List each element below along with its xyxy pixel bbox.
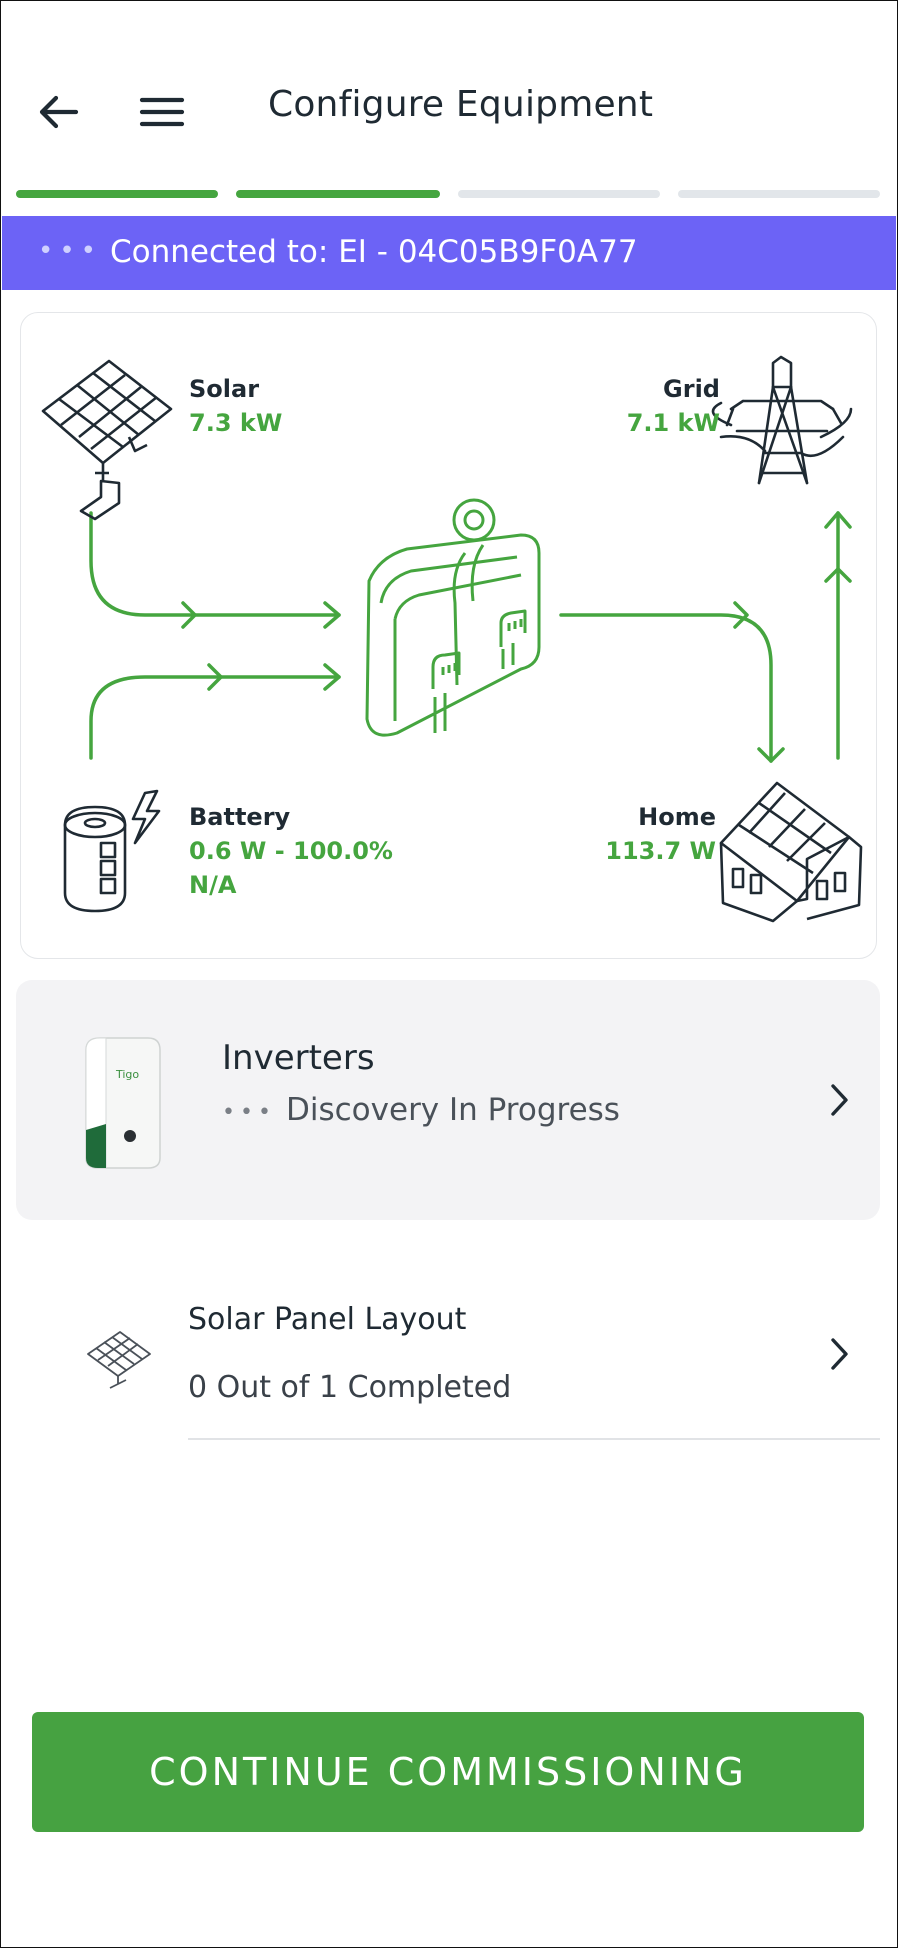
progress-step-1 [16, 190, 218, 198]
row-divider [188, 1438, 880, 1440]
progress-step-2 [236, 190, 440, 198]
page-title: Configure Equipment [268, 84, 654, 125]
chevron-right-icon [831, 1338, 848, 1370]
solar-value: 7.3 kW [189, 409, 283, 437]
chevron-right-icon [831, 1084, 848, 1116]
solar-label: Solar [189, 375, 260, 403]
back-arrow-icon[interactable] [34, 88, 82, 136]
app-frame [0, 0, 898, 1948]
progress-step-4 [678, 190, 880, 198]
hamburger-menu-icon[interactable] [138, 92, 186, 132]
inverters-card[interactable]: Tigo Inverters ••• Discovery In Progress [16, 980, 880, 1220]
battery-label: Battery [189, 803, 291, 831]
connection-banner: ••• Connected to: EI - 04C05B9F0A77 [2, 216, 896, 290]
solar-panel-icon [41, 359, 173, 521]
battery-value: 0.6 W - 100.0% [189, 837, 393, 865]
home-label: Home [638, 803, 716, 831]
continue-commissioning-button[interactable]: CONTINUE COMMISSIONING [32, 1712, 864, 1832]
svg-text:Tigo: Tigo [115, 1068, 139, 1081]
battery-flow-line [89, 675, 341, 760]
energy-flow-diagram [41, 355, 863, 923]
inverters-status: Discovery In Progress [286, 1092, 620, 1128]
battery-icon [63, 789, 161, 913]
inverter-icon [365, 498, 541, 737]
solar-flow-line [89, 511, 341, 617]
grid-tower-icon [711, 355, 853, 485]
solar-panel-small-icon [87, 1331, 151, 1389]
solar-panel-layout-progress: 0 Out of 1 Completed [188, 1370, 512, 1405]
solar-panel-layout-title: Solar Panel Layout [188, 1302, 467, 1337]
home-icon [719, 781, 863, 923]
grid-value: 7.1 kW [626, 409, 720, 437]
solar-panel-layout-row[interactable]: Solar Panel Layout 0 Out of 1 Completed [0, 1250, 898, 1440]
grid-label: Grid [663, 375, 720, 403]
home-value: 113.7 W [605, 837, 716, 865]
connection-label: Connected to: EI - 04C05B9F0A77 [110, 234, 638, 270]
energy-flow-card: Solar 7.3 kW Grid 7.1 kW Battery 0.6 W -… [20, 312, 877, 959]
inverter-device-icon: Tigo [85, 1037, 161, 1169]
loading-dots-icon: ••• [222, 1100, 276, 1125]
battery-status: N/A [189, 871, 237, 899]
inverters-title: Inverters [222, 1038, 375, 1078]
home-flow-line [559, 613, 773, 763]
progress-step-3 [458, 190, 660, 198]
connection-dots-icon: ••• [38, 236, 103, 266]
